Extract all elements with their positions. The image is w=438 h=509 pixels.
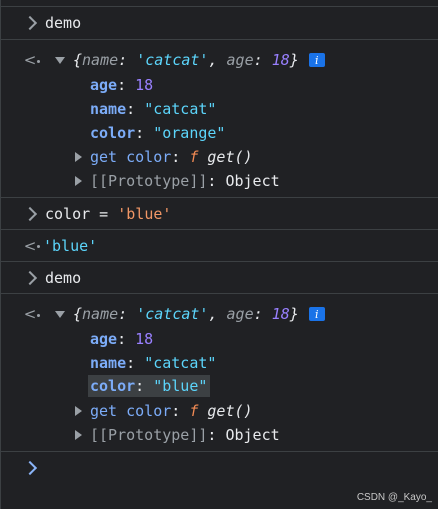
expand-arrow-icon[interactable]: [75, 176, 82, 186]
console-prompt[interactable]: [1, 451, 438, 483]
property-getter[interactable]: get color: f get(): [75, 399, 253, 423]
property-prototype[interactable]: [[Prototype]]: Object: [75, 169, 280, 193]
prompt-chevron-icon: [22, 460, 38, 475]
expand-arrow-icon[interactable]: [75, 430, 82, 440]
console-input-entry[interactable]: demo: [1, 261, 438, 293]
expand-arrow-icon[interactable]: [75, 152, 82, 162]
input-text: demo: [45, 14, 82, 32]
property-prototype[interactable]: [[Prototype]]: Object: [75, 423, 280, 447]
info-icon[interactable]: i: [308, 53, 325, 67]
input-chevron-icon: [22, 206, 38, 221]
property-name: name: "catcat": [90, 354, 217, 372]
output-result-icon: <: [24, 51, 41, 69]
property-color: color: "blue": [88, 375, 211, 397]
info-icon[interactable]: i: [308, 307, 325, 321]
input-chevron-icon: [22, 15, 38, 31]
property-age: age: 18: [90, 330, 154, 348]
property-name: name: "catcat": [90, 100, 217, 118]
console-output-entry: < {name: 'catcat', age: 18} i age: 18 nam…: [1, 39, 438, 197]
expand-arrow-icon[interactable]: [75, 406, 82, 416]
console-input-entry[interactable]: demo: [1, 6, 438, 39]
property-getter[interactable]: get color: f get(): [75, 145, 253, 169]
expand-arrow-icon[interactable]: [55, 310, 65, 318]
input-text: demo: [45, 268, 82, 287]
property-color: color: "orange": [90, 124, 226, 142]
output-result-icon: <: [24, 237, 41, 255]
console-output-entry: < {name: 'catcat', age: 18} i age: 18 nam…: [1, 293, 438, 451]
result-value: 'blue': [43, 236, 98, 255]
console-panel: demo < {name: 'catcat', age: 18} i age: 1…: [0, 0, 438, 509]
output-result-icon: <: [24, 305, 41, 323]
console-output-entry: < 'blue': [1, 229, 438, 261]
object-preview[interactable]: {name: 'catcat', age: 18} i: [55, 302, 325, 326]
property-age: age: 18: [90, 76, 154, 94]
input-chevron-icon: [22, 270, 38, 285]
console-input-entry[interactable]: color = 'blue': [1, 197, 438, 229]
expand-arrow-icon[interactable]: [55, 56, 65, 64]
watermark: CSDN @_Kayo_: [356, 492, 432, 503]
input-text: color = 'blue': [45, 204, 172, 223]
object-preview[interactable]: {name: 'catcat', age: 18} i: [55, 48, 325, 72]
